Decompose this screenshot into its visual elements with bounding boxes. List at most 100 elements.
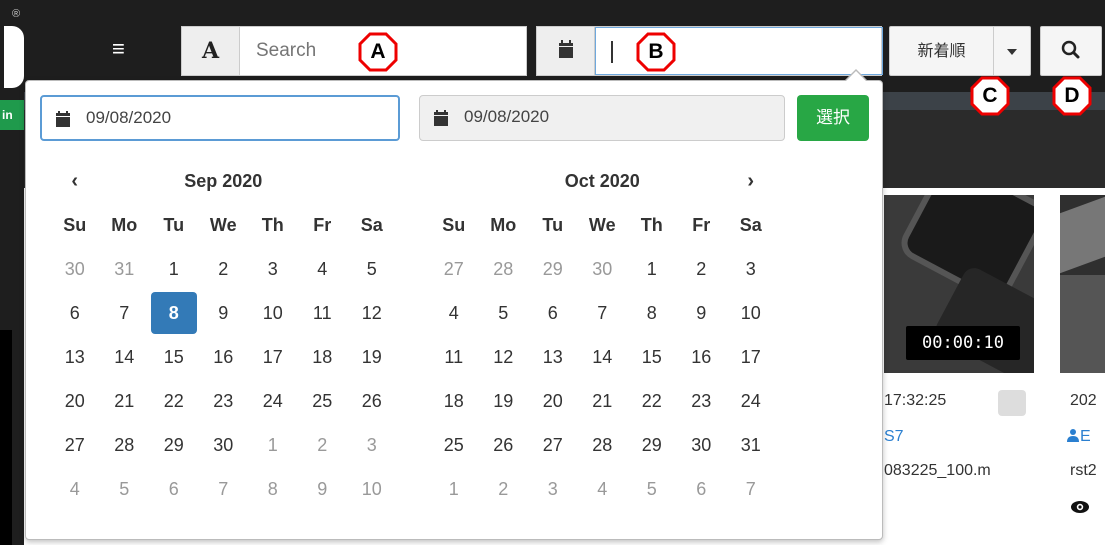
calendar-day-selected[interactable]: 8: [149, 291, 199, 335]
calendar-day[interactable]: 24: [248, 379, 298, 423]
next-month-button[interactable]: ›: [726, 159, 776, 203]
calendar-day[interactable]: 28: [479, 247, 529, 291]
calendar-day[interactable]: 10: [347, 467, 397, 511]
apply-button[interactable]: 選択: [797, 95, 869, 141]
calendar-day[interactable]: 20: [528, 379, 578, 423]
calendar-day[interactable]: 29: [627, 423, 677, 467]
calendar-day[interactable]: 28: [578, 423, 628, 467]
calendar-day[interactable]: 7: [100, 291, 150, 335]
video-user-link[interactable]: E: [1066, 428, 1091, 446]
app-logo[interactable]: [4, 26, 24, 88]
calendar-day[interactable]: 31: [100, 247, 150, 291]
video-user-link[interactable]: S7: [884, 428, 904, 446]
sort-label[interactable]: 新着順: [890, 27, 994, 75]
calendar-day[interactable]: 11: [429, 335, 479, 379]
calendar-day[interactable]: 25: [298, 379, 348, 423]
calendar-day[interactable]: 11: [298, 291, 348, 335]
calendar-day[interactable]: 15: [627, 335, 677, 379]
calendar-day[interactable]: 18: [429, 379, 479, 423]
calendar-day[interactable]: 30: [578, 247, 628, 291]
calendar-day[interactable]: 30: [199, 423, 249, 467]
calendar-day[interactable]: 24: [726, 379, 776, 423]
sort-dropdown[interactable]: 新着順: [889, 26, 1031, 76]
calendar-day[interactable]: 13: [50, 335, 100, 379]
calendar-day[interactable]: 20: [50, 379, 100, 423]
calendar-day[interactable]: 7: [578, 291, 628, 335]
calendar-day[interactable]: 5: [627, 467, 677, 511]
sidebar-green-tab[interactable]: in: [0, 100, 24, 130]
menu-icon[interactable]: ≡: [112, 38, 125, 60]
calendar-day[interactable]: 23: [677, 379, 727, 423]
calendar-day[interactable]: 17: [248, 335, 298, 379]
calendar-day[interactable]: 15: [149, 335, 199, 379]
calendar-day[interactable]: 4: [429, 291, 479, 335]
calendar-day[interactable]: 3: [347, 423, 397, 467]
calendar-day[interactable]: 23: [199, 379, 249, 423]
calendar-day[interactable]: 3: [248, 247, 298, 291]
calendar-day[interactable]: 10: [726, 291, 776, 335]
calendar-day[interactable]: 30: [50, 247, 100, 291]
calendar-day[interactable]: 5: [100, 467, 150, 511]
start-date-input[interactable]: 09/08/2020: [40, 95, 400, 141]
calendar-day[interactable]: 2: [199, 247, 249, 291]
calendar-day[interactable]: 8: [627, 291, 677, 335]
prev-month-button[interactable]: ‹: [50, 159, 100, 203]
calendar-day[interactable]: 12: [479, 335, 529, 379]
calendar-day[interactable]: 6: [528, 291, 578, 335]
calendar-day[interactable]: 7: [726, 467, 776, 511]
calendar-day[interactable]: 16: [677, 335, 727, 379]
calendar-day[interactable]: 3: [528, 467, 578, 511]
calendar-day[interactable]: 2: [298, 423, 348, 467]
calendar-day[interactable]: 16: [199, 335, 249, 379]
calendar-day[interactable]: 1: [429, 467, 479, 511]
calendar-day[interactable]: 19: [479, 379, 529, 423]
calendar-day[interactable]: 14: [100, 335, 150, 379]
calendar-day[interactable]: 17: [726, 335, 776, 379]
video-thumbnail[interactable]: [1060, 195, 1105, 373]
calendar-day[interactable]: 27: [528, 423, 578, 467]
sort-toggle[interactable]: [994, 27, 1030, 75]
calendar-day[interactable]: 12: [347, 291, 397, 335]
calendar-day[interactable]: 22: [627, 379, 677, 423]
calendar-day[interactable]: 14: [578, 335, 628, 379]
calendar-day[interactable]: 13: [528, 335, 578, 379]
calendar-day[interactable]: 1: [149, 247, 199, 291]
search-button[interactable]: [1040, 26, 1102, 76]
calendar-day[interactable]: 2: [677, 247, 727, 291]
calendar-day[interactable]: 4: [578, 467, 628, 511]
calendar-day[interactable]: 6: [677, 467, 727, 511]
end-date-input[interactable]: 09/08/2020: [419, 95, 785, 141]
calendar-day[interactable]: 1: [627, 247, 677, 291]
calendar-day[interactable]: 19: [347, 335, 397, 379]
calendar-day[interactable]: 1: [248, 423, 298, 467]
calendar-day[interactable]: 9: [199, 291, 249, 335]
calendar-day[interactable]: 5: [347, 247, 397, 291]
calendar-day[interactable]: 9: [677, 291, 727, 335]
calendar-day[interactable]: 2: [479, 467, 529, 511]
calendar-day[interactable]: 4: [298, 247, 348, 291]
calendar-day[interactable]: 9: [298, 467, 348, 511]
calendar-day[interactable]: 30: [677, 423, 727, 467]
calendar-day[interactable]: 26: [347, 379, 397, 423]
select-checkbox[interactable]: [998, 390, 1026, 416]
calendar-day[interactable]: 31: [726, 423, 776, 467]
search-mode-button[interactable]: A: [182, 27, 240, 75]
calendar-day[interactable]: 3: [726, 247, 776, 291]
calendar-day[interactable]: 28: [100, 423, 150, 467]
calendar-day[interactable]: 21: [578, 379, 628, 423]
calendar-day[interactable]: 27: [50, 423, 100, 467]
calendar-day[interactable]: 7: [199, 467, 249, 511]
calendar-day[interactable]: 6: [149, 467, 199, 511]
eye-icon[interactable]: [1070, 500, 1090, 514]
calendar-day[interactable]: 4: [50, 467, 100, 511]
calendar-day[interactable]: 22: [149, 379, 199, 423]
calendar-day[interactable]: 18: [298, 335, 348, 379]
calendar-day[interactable]: 26: [479, 423, 529, 467]
calendar-button[interactable]: [537, 27, 595, 75]
calendar-day[interactable]: 6: [50, 291, 100, 335]
calendar-day[interactable]: 27: [429, 247, 479, 291]
calendar-day[interactable]: 29: [149, 423, 199, 467]
calendar-day[interactable]: 5: [479, 291, 529, 335]
calendar-day[interactable]: 10: [248, 291, 298, 335]
calendar-day[interactable]: 25: [429, 423, 479, 467]
